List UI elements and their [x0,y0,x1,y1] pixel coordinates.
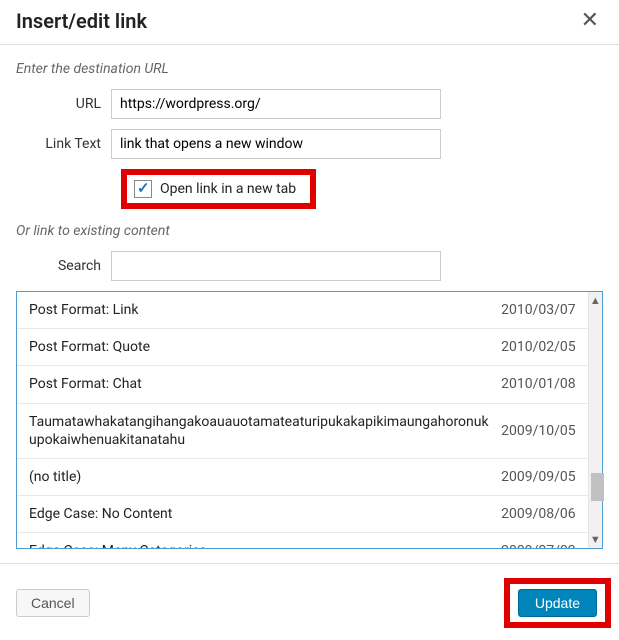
list-item[interactable]: Post Format: Chat 2010/01/08 [17,366,588,403]
scroll-track[interactable] [589,309,602,531]
new-tab-label: Open link in a new tab [160,181,296,197]
new-tab-checkbox[interactable] [134,180,152,198]
url-input[interactable] [111,89,441,119]
result-date: 2010/03/07 [501,302,576,318]
scroll-up-icon[interactable]: ▲ [590,292,601,309]
result-date: 2009/10/05 [501,423,576,439]
results-list[interactable]: Post Format: Link2010/03/07Post Format: … [17,292,588,548]
dialog-body: Enter the destination URL URL Link Text … [0,45,619,549]
update-highlight: Update [504,578,611,628]
result-date: 2009/08/06 [501,506,576,522]
results-panel: Post Format: Link2010/03/07Post Format: … [16,291,603,549]
result-date: 2010/01/08 [501,376,576,392]
new-tab-highlight: Open link in a new tab [121,169,603,209]
search-label: Search [16,258,111,274]
existing-section-label: Or link to existing content [16,223,603,239]
result-title: Taumatawhakatangihangakoauauotamateaturi… [29,413,489,449]
url-label: URL [16,96,111,112]
cancel-button[interactable]: Cancel [16,589,90,617]
dialog-title: Insert/edit link [16,9,147,33]
close-icon[interactable]: ✕ [577,8,603,34]
scroll-down-icon[interactable]: ▼ [590,531,601,548]
list-item[interactable]: Post Format: Link 2010/03/07 [17,292,588,329]
result-title: (no title) [29,468,81,486]
scrollbar[interactable]: ▲ ▼ [588,292,602,548]
result-date: 2009/07/02 [501,543,576,548]
dialog-footer: Cancel Update [0,563,619,640]
list-item[interactable]: (no title) 2009/09/05 [17,459,588,496]
result-title: Post Format: Chat [29,375,142,393]
new-tab-option[interactable]: Open link in a new tab [121,169,316,209]
result-title: Post Format: Link [29,301,138,319]
result-title: Edge Case: No Content [29,505,172,523]
dialog-header: Insert/edit link ✕ [0,0,619,45]
url-row: URL [16,89,603,119]
link-text-input[interactable] [111,129,441,159]
search-row: Search [16,251,603,281]
update-button[interactable]: Update [518,589,597,617]
list-item[interactable]: Taumatawhakatangihangakoauauotamateaturi… [17,404,588,459]
list-item[interactable]: Post Format: Quote 2010/02/05 [17,329,588,366]
list-item[interactable]: Edge Case: No Content 2009/08/06 [17,496,588,533]
list-item[interactable]: Edge Case: Many Categories 2009/07/02 [17,533,588,548]
link-text-label: Link Text [16,136,111,152]
result-title: Edge Case: Many Categories [29,542,207,548]
result-title: Post Format: Quote [29,338,150,356]
insert-link-dialog: Insert/edit link ✕ Enter the destination… [0,0,619,640]
result-date: 2009/09/05 [501,469,576,485]
result-date: 2010/02/05 [501,339,576,355]
link-text-row: Link Text [16,129,603,159]
destination-section-label: Enter the destination URL [16,61,603,77]
search-input[interactable] [111,251,441,281]
scroll-thumb[interactable] [591,473,604,501]
